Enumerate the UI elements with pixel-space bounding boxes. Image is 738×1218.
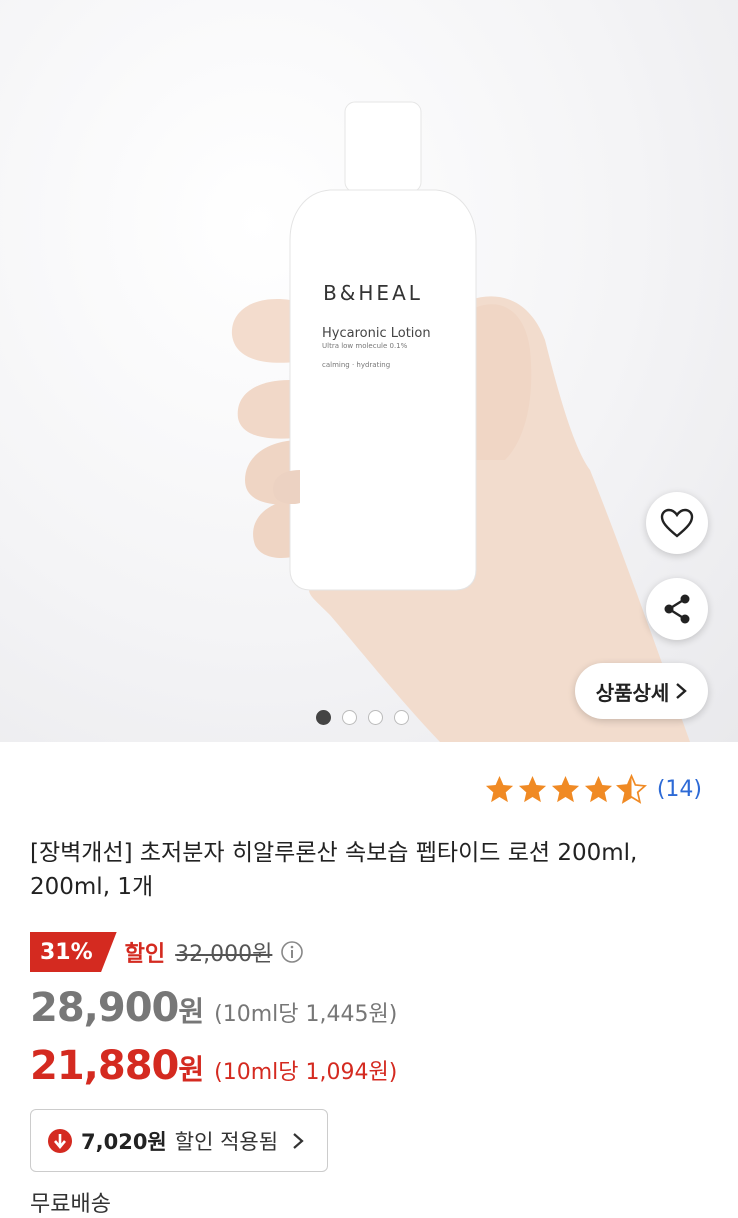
product-detail-button[interactable]: 상품상세 — [575, 663, 708, 719]
share-icon — [664, 594, 690, 624]
bottle-product-text: Hycaronic Lotion — [322, 326, 431, 341]
info-icon[interactable] — [280, 940, 304, 964]
list-price-currency: 원 — [178, 995, 205, 1028]
list-price: 28,900 원 (10ml당 1,445원) — [30, 985, 397, 1031]
original-price: 32,000원 — [175, 942, 273, 967]
sale-price: 21,880 원 (10ml당 1,094원) — [30, 1043, 397, 1089]
product-image-carousel[interactable]: B&HEAL Hycaronic Lotion Ultra low molecu… — [0, 0, 738, 742]
star-full-icon — [551, 775, 579, 803]
product-rating[interactable]: (14) — [484, 774, 702, 805]
sale-price-value: 21,880 — [30, 1043, 179, 1089]
carousel-dot[interactable] — [342, 710, 357, 725]
coupon-text: 할인 적용됨 — [174, 1129, 279, 1154]
star-full-icon — [584, 775, 612, 803]
star-full-icon — [485, 775, 513, 803]
list-unit-price: (10ml당 1,445원) — [214, 1002, 398, 1027]
discount-row: 31% 할인 32,000원 — [30, 932, 304, 972]
coupon-amount: 7,020원 — [81, 1129, 167, 1154]
chevron-right-icon — [676, 683, 688, 699]
carousel-dot[interactable] — [394, 710, 409, 725]
star-full-icon — [518, 775, 546, 803]
product-title: [장벽개선] 초저분자 히알루론산 속보습 펩타이드 로션 200ml, 200… — [30, 840, 638, 900]
bottle-tag-text: calming · hydrating — [322, 361, 390, 369]
bottle-brand-text: B&HEAL — [323, 281, 423, 305]
chevron-right-icon — [293, 1132, 304, 1149]
star-half-icon — [615, 774, 647, 804]
discount-label: 할인 — [124, 942, 166, 967]
wishlist-button[interactable] — [646, 492, 708, 554]
product-detail-label: 상품상세 — [595, 680, 670, 705]
product-photo: B&HEAL Hycaronic Lotion Ultra low molecu… — [231, 101, 690, 742]
carousel-dot[interactable] — [368, 710, 383, 725]
discount-badge: 31% — [30, 932, 117, 972]
shipping-label: 무료배송 — [30, 1192, 111, 1217]
heart-icon — [660, 508, 694, 538]
arrow-down-circle-icon — [48, 1128, 72, 1153]
review-count[interactable]: (14) — [657, 777, 702, 802]
list-price-value: 28,900 — [30, 985, 179, 1031]
carousel-dot[interactable] — [316, 710, 331, 725]
coupon-discount-button[interactable]: 7,020원 할인 적용됨 — [30, 1109, 328, 1172]
bottle-sub-text: Ultra low molecule 0.1% — [322, 342, 408, 350]
sale-unit-price: (10ml당 1,094원) — [214, 1060, 398, 1085]
share-button[interactable] — [646, 578, 708, 640]
carousel-indicator — [316, 710, 409, 725]
sale-price-currency: 원 — [178, 1053, 205, 1086]
